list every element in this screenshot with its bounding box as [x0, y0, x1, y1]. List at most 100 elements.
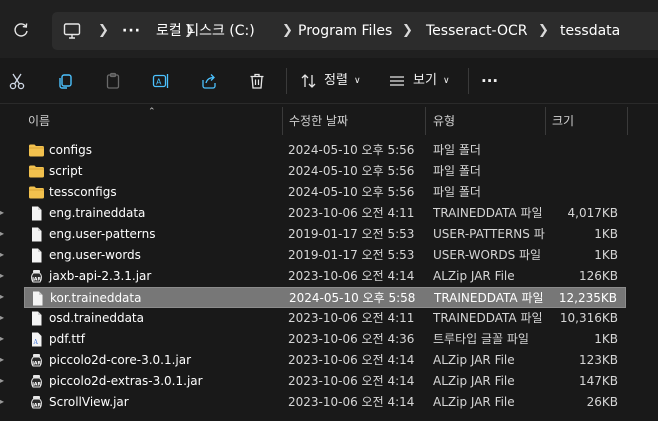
- breadcrumb-local-disk[interactable]: 로컬 디스크 (C:): [156, 12, 255, 50]
- file-type: TRAINEDDATA 파일: [434, 291, 544, 305]
- file-name: ScrollView.jar: [49, 395, 129, 409]
- chevron-right-icon[interactable]: ▸: [0, 334, 8, 343]
- file-type: 트루타입 글꼴 파일: [433, 332, 529, 346]
- column-name[interactable]: 이름: [28, 107, 50, 135]
- chevron-right-icon[interactable]: ❯: [402, 12, 413, 50]
- file-row[interactable]: osd.traineddata 2023-10-06 오전 4:11 TRAINED…: [24, 308, 626, 329]
- chevron-right-icon[interactable]: ▸: [0, 229, 8, 238]
- delete-icon[interactable]: [246, 70, 268, 92]
- file-icon: [29, 290, 46, 307]
- column-size[interactable]: 크기: [552, 107, 574, 135]
- sort-button[interactable]: 정렬: [324, 58, 348, 104]
- breadcrumb-overflow[interactable]: ···: [122, 12, 141, 50]
- file-modified: 2024-05-10 오후 5:56: [288, 185, 415, 199]
- toolbar-divider: [468, 68, 469, 94]
- file-modified: 2024-05-10 오후 5:56: [288, 143, 415, 157]
- chevron-right-icon[interactable]: ❯: [538, 12, 549, 50]
- copy-icon[interactable]: [54, 70, 76, 92]
- rename-icon[interactable]: A: [150, 70, 172, 92]
- svg-text:A: A: [33, 339, 39, 346]
- view-button[interactable]: 보기: [413, 58, 437, 104]
- file-modified: 2019-01-17 오전 5:53: [288, 227, 415, 241]
- file-row[interactable]: eng.user-patterns 2019-01-17 오전 5:53 USER-…: [24, 224, 626, 245]
- column-divider[interactable]: [627, 107, 628, 135]
- file-size: 1KB: [594, 248, 618, 262]
- file-size: 123KB: [578, 353, 618, 367]
- refresh-icon[interactable]: [8, 17, 34, 43]
- file-modified: 2023-10-06 오전 4:36: [288, 332, 415, 346]
- file-name: piccolo2d-core-3.0.1.jar: [49, 353, 192, 367]
- file-size: 10,316KB: [559, 311, 618, 325]
- folder-icon: [28, 163, 45, 180]
- file-size: 26KB: [586, 395, 618, 409]
- jar-icon: JAR: [28, 373, 45, 390]
- folder-icon: [28, 142, 45, 159]
- this-pc-icon[interactable]: [62, 21, 82, 45]
- file-row[interactable]: JAR jaxb-api-2.3.1.jar 2023-10-06 오전 4:14 A…: [24, 266, 626, 287]
- breadcrumb-program-files[interactable]: Program Files: [298, 12, 392, 50]
- command-bar: A 정렬 ∨ 보기 ∨ ···: [0, 58, 658, 104]
- font-file-icon: A: [28, 331, 45, 348]
- view-icon[interactable]: [386, 70, 408, 92]
- breadcrumb-tesseract-ocr[interactable]: Tesseract-OCR: [426, 12, 527, 50]
- file-name: piccolo2d-extras-3.0.1.jar: [49, 374, 203, 388]
- file-row[interactable]: JAR ScrollView.jar 2023-10-06 오전 4:14 ALZip…: [24, 392, 626, 413]
- chevron-right-icon[interactable]: ▸: [0, 250, 8, 259]
- file-row[interactable]: JAR piccolo2d-extras-3.0.1.jar 2023-10-06 …: [24, 371, 626, 392]
- file-icon: [28, 226, 45, 243]
- column-type[interactable]: 유형: [433, 107, 455, 135]
- column-divider[interactable]: [425, 107, 426, 135]
- file-row[interactable]: script 2024-05-10 오후 5:56 파일 폴더: [24, 161, 626, 182]
- chevron-right-icon[interactable]: ▸: [0, 292, 8, 301]
- file-modified: 2024-05-10 오후 5:56: [288, 164, 415, 178]
- chevron-right-icon[interactable]: ▸: [0, 271, 8, 280]
- file-row[interactable]: kor.traineddata 2024-05-10 오후 5:58 TRAINED…: [24, 287, 626, 308]
- chevron-down-icon[interactable]: ∨: [354, 58, 361, 104]
- file-size: 126KB: [578, 269, 618, 283]
- chevron-right-icon[interactable]: ❯: [98, 12, 109, 50]
- file-type: ALZip JAR File: [433, 269, 515, 283]
- cut-icon[interactable]: [6, 70, 28, 92]
- svg-text:JAR: JAR: [31, 277, 41, 283]
- paste-icon[interactable]: [102, 70, 124, 92]
- sort-icon[interactable]: [298, 70, 320, 92]
- chevron-right-icon[interactable]: ▸: [0, 397, 8, 406]
- address-bar[interactable]: ❯ ··· ❯ 로컬 디스크 (C:) ❯ Program Files ❯ Te…: [52, 12, 658, 50]
- file-size: 147KB: [578, 374, 618, 388]
- file-modified: 2023-10-06 오전 4:11: [288, 206, 415, 220]
- svg-text:A: A: [156, 78, 162, 87]
- chevron-right-icon[interactable]: ▸: [0, 355, 8, 364]
- file-row[interactable]: configs 2024-05-10 오후 5:56 파일 폴더: [24, 140, 626, 161]
- file-size: 1KB: [594, 332, 618, 346]
- column-modified[interactable]: 수정한 날짜: [289, 107, 348, 135]
- chevron-right-icon[interactable]: ▸: [0, 208, 8, 217]
- file-type: TRAINEDDATA 파일: [433, 206, 543, 220]
- chevron-down-icon[interactable]: ∨: [443, 58, 450, 104]
- file-name: eng.user-patterns: [49, 227, 156, 241]
- file-icon: [28, 205, 45, 222]
- file-modified: 2023-10-06 오전 4:14: [288, 374, 415, 388]
- chevron-right-icon[interactable]: ▸: [0, 376, 8, 385]
- file-type: ALZip JAR File: [433, 374, 515, 388]
- jar-icon: JAR: [28, 394, 45, 411]
- file-name: jaxb-api-2.3.1.jar: [49, 269, 152, 283]
- file-size: 4,017KB: [567, 206, 618, 220]
- file-name: pdf.ttf: [49, 332, 86, 346]
- file-name: eng.user-words: [49, 248, 141, 262]
- file-row[interactable]: Apdf.ttf 2023-10-06 오전 4:36 트루타입 글꼴 파일 1KB: [24, 329, 626, 350]
- column-divider[interactable]: [545, 107, 546, 135]
- folder-icon: [28, 184, 45, 201]
- svg-text:JAR: JAR: [31, 382, 41, 388]
- chevron-right-icon[interactable]: ❯: [282, 12, 293, 50]
- file-row[interactable]: tessconfigs 2024-05-10 오후 5:56 파일 폴더: [24, 182, 626, 203]
- chevron-right-icon[interactable]: ▸: [0, 313, 8, 322]
- share-icon[interactable]: [198, 70, 220, 92]
- file-row[interactable]: eng.traineddata 2023-10-06 오전 4:11 TRAINED…: [24, 203, 626, 224]
- file-row[interactable]: eng.user-words 2019-01-17 오전 5:53 USER-WOR…: [24, 245, 626, 266]
- column-divider[interactable]: [282, 107, 283, 135]
- file-row[interactable]: JAR piccolo2d-core-3.0.1.jar 2023-10-06 오전…: [24, 350, 626, 371]
- file-modified: 2023-10-06 오전 4:14: [288, 395, 415, 409]
- breadcrumb-tessdata[interactable]: tessdata: [560, 12, 620, 50]
- more-options-button[interactable]: ···: [481, 58, 498, 104]
- file-type: 파일 폴더: [433, 164, 481, 178]
